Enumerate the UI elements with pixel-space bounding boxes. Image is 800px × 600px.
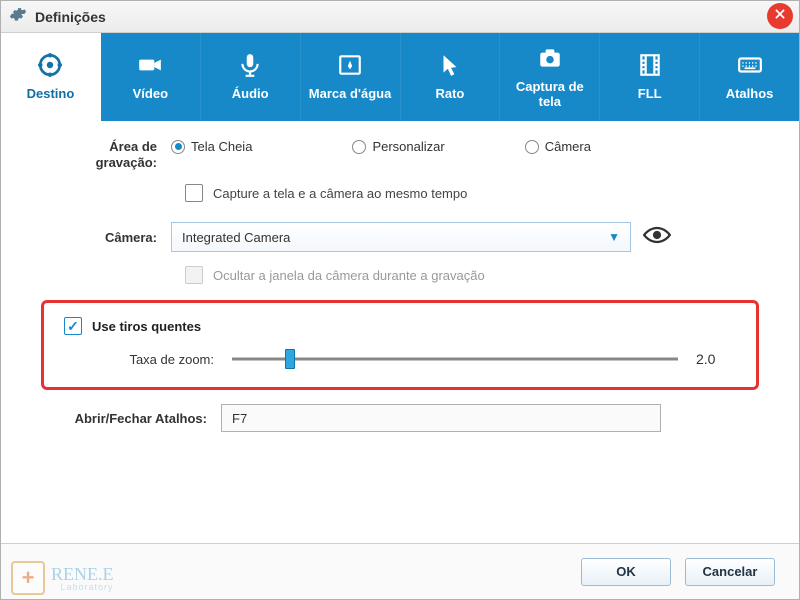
hotshots-checkbox-row[interactable]: Use tiros quentes bbox=[64, 317, 736, 335]
film-icon bbox=[634, 52, 666, 81]
brand-logo-icon bbox=[11, 561, 45, 595]
target-icon bbox=[34, 52, 66, 81]
tab-shortcuts[interactable]: Atalhos bbox=[700, 33, 799, 121]
tab-fll[interactable]: FLL bbox=[600, 33, 700, 121]
checkbox-icon bbox=[64, 317, 82, 335]
radio-icon bbox=[171, 140, 185, 154]
shortcut-value: F7 bbox=[232, 411, 247, 426]
zoom-row: Taxa de zoom: 2.0 bbox=[64, 349, 736, 369]
zoom-slider[interactable] bbox=[232, 349, 678, 369]
zoom-value: 2.0 bbox=[696, 351, 736, 367]
cursor-icon bbox=[434, 52, 466, 81]
shortcut-input[interactable]: F7 bbox=[221, 404, 661, 432]
zoom-rate-label: Taxa de zoom: bbox=[64, 352, 214, 367]
chevron-down-icon: ▼ bbox=[608, 230, 620, 244]
tab-mouse[interactable]: Rato bbox=[401, 33, 501, 121]
cancel-label: Cancelar bbox=[703, 564, 758, 579]
microphone-icon bbox=[234, 52, 266, 81]
camera-row: Câmera: Integrated Camera ▼ bbox=[51, 222, 749, 252]
tab-screenshot[interactable]: Captura de tela bbox=[500, 33, 600, 121]
ok-button[interactable]: OK bbox=[581, 558, 671, 586]
keyboard-icon bbox=[734, 52, 766, 81]
checkbox-icon bbox=[185, 184, 203, 202]
tabstrip: Destino Vídeo Áudio Marca d'água Rato Ca… bbox=[1, 33, 799, 121]
tab-video[interactable]: Vídeo bbox=[101, 33, 201, 121]
tab-watermark[interactable]: Marca d'água bbox=[301, 33, 401, 121]
tab-label: Rato bbox=[435, 87, 464, 101]
watermark-icon bbox=[334, 52, 366, 81]
recording-area-label: Área de gravação: bbox=[51, 139, 171, 170]
shortcut-row: Abrir/Fechar Atalhos: F7 bbox=[51, 404, 749, 432]
radio-icon bbox=[352, 140, 366, 154]
close-icon bbox=[773, 7, 787, 26]
window-title: Definições bbox=[35, 9, 106, 25]
checkbox-icon bbox=[185, 266, 203, 284]
tab-label: Marca d'água bbox=[309, 87, 392, 101]
hide-camera-window-row: Ocultar a janela da câmera durante a gra… bbox=[185, 266, 749, 284]
shortcut-label: Abrir/Fechar Atalhos: bbox=[51, 411, 221, 426]
brand-line2: Laboratory bbox=[51, 583, 114, 592]
cancel-button[interactable]: Cancelar bbox=[685, 558, 775, 586]
video-icon bbox=[134, 52, 166, 81]
settings-window: Definições Destino Vídeo Áudio Marca d'á… bbox=[0, 0, 800, 600]
content-area: Área de gravação: Tela Cheia Personaliza… bbox=[1, 121, 799, 543]
hotshots-label: Use tiros quentes bbox=[92, 319, 201, 334]
hide-camera-label: Ocultar a janela da câmera durante a gra… bbox=[213, 268, 485, 283]
radio-label: Personalizar bbox=[372, 139, 444, 154]
camera-icon bbox=[534, 45, 566, 74]
footer: RENE.E Laboratory OK Cancelar bbox=[1, 543, 799, 599]
gear-icon bbox=[9, 5, 27, 28]
tab-label: FLL bbox=[638, 87, 662, 101]
recording-area-row: Área de gravação: Tela Cheia Personaliza… bbox=[51, 139, 749, 170]
radio-custom[interactable]: Personalizar bbox=[352, 139, 444, 154]
tab-destino[interactable]: Destino bbox=[1, 33, 101, 121]
capture-both-row[interactable]: Capture a tela e a câmera ao mesmo tempo bbox=[185, 184, 749, 202]
brand-watermark: RENE.E Laboratory bbox=[11, 561, 114, 595]
brand-line1: RENE.E bbox=[51, 565, 114, 583]
camera-label: Câmera: bbox=[51, 230, 171, 245]
hotshots-highlight: Use tiros quentes Taxa de zoom: 2.0 bbox=[41, 300, 759, 390]
radio-label: Câmera bbox=[545, 139, 591, 154]
tab-label: Destino bbox=[27, 87, 75, 101]
tab-audio[interactable]: Áudio bbox=[201, 33, 301, 121]
titlebar: Definições bbox=[1, 1, 799, 33]
slider-track bbox=[232, 358, 678, 361]
tab-label: Áudio bbox=[232, 87, 269, 101]
tab-label: Vídeo bbox=[133, 87, 168, 101]
recording-area-options: Tela Cheia Personalizar Câmera bbox=[171, 139, 749, 154]
radio-label: Tela Cheia bbox=[191, 139, 252, 154]
capture-both-label: Capture a tela e a câmera ao mesmo tempo bbox=[213, 186, 467, 201]
camera-selected: Integrated Camera bbox=[182, 230, 290, 245]
camera-select[interactable]: Integrated Camera ▼ bbox=[171, 222, 631, 252]
tab-label: Atalhos bbox=[726, 87, 774, 101]
radio-fullscreen[interactable]: Tela Cheia bbox=[171, 139, 252, 154]
radio-icon bbox=[525, 140, 539, 154]
slider-thumb[interactable] bbox=[285, 349, 295, 369]
tab-label: Captura de tela bbox=[516, 80, 584, 109]
radio-camera[interactable]: Câmera bbox=[525, 139, 591, 154]
close-button[interactable] bbox=[767, 3, 793, 29]
eye-icon[interactable] bbox=[643, 225, 671, 250]
ok-label: OK bbox=[616, 564, 636, 579]
